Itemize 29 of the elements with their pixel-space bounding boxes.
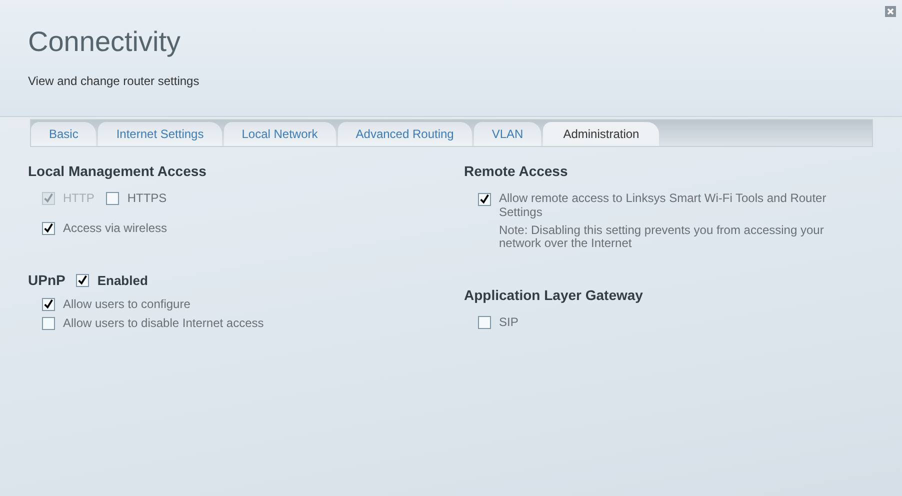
tab[interactable]: VLAN bbox=[474, 122, 542, 146]
close-icon[interactable] bbox=[885, 6, 896, 17]
checkbox-label: Allow remote access to Linksys Smart Wi-Fi Tools and Router Settings bbox=[499, 191, 828, 219]
checkbox[interactable] bbox=[42, 316, 55, 330]
tab[interactable]: Basic bbox=[31, 122, 96, 146]
checkbox[interactable] bbox=[478, 316, 491, 328]
tab[interactable]: Administration bbox=[543, 122, 660, 146]
checkbox-label: Allow users to configure bbox=[63, 297, 190, 311]
section-title: Local Management Access bbox=[28, 163, 208, 179]
checkbox[interactable] bbox=[42, 298, 55, 310]
checkbox[interactable] bbox=[42, 222, 55, 234]
checkbox[interactable] bbox=[106, 192, 120, 204]
tab[interactable]: Internet Settings bbox=[98, 122, 222, 146]
checkbox-label: Access via wireless bbox=[63, 221, 168, 235]
checkbox-label: Allow users to disable Internet access bbox=[63, 316, 264, 330]
checkbox-label: Enabled bbox=[97, 272, 148, 288]
page-title: Connectivity bbox=[28, 26, 182, 58]
checkbox-label: SIP bbox=[499, 315, 518, 329]
checkbox[interactable] bbox=[478, 193, 491, 206]
section-title: Remote Access bbox=[464, 163, 569, 179]
checkbox-label: HTTPS bbox=[127, 191, 167, 205]
section-title: Application Layer Gateway bbox=[464, 287, 644, 303]
section-title: UPnP bbox=[28, 272, 66, 288]
page-subtitle: View and change router settings bbox=[28, 74, 200, 88]
checkbox[interactable] bbox=[76, 274, 90, 286]
checkbox-label: HTTP bbox=[63, 191, 94, 205]
tab[interactable]: Advanced Routing bbox=[338, 122, 472, 146]
note-text: Note: Disabling this setting prevents you from accessing your network over the Internet bbox=[499, 224, 825, 250]
tab[interactable]: Local Network bbox=[224, 122, 336, 146]
